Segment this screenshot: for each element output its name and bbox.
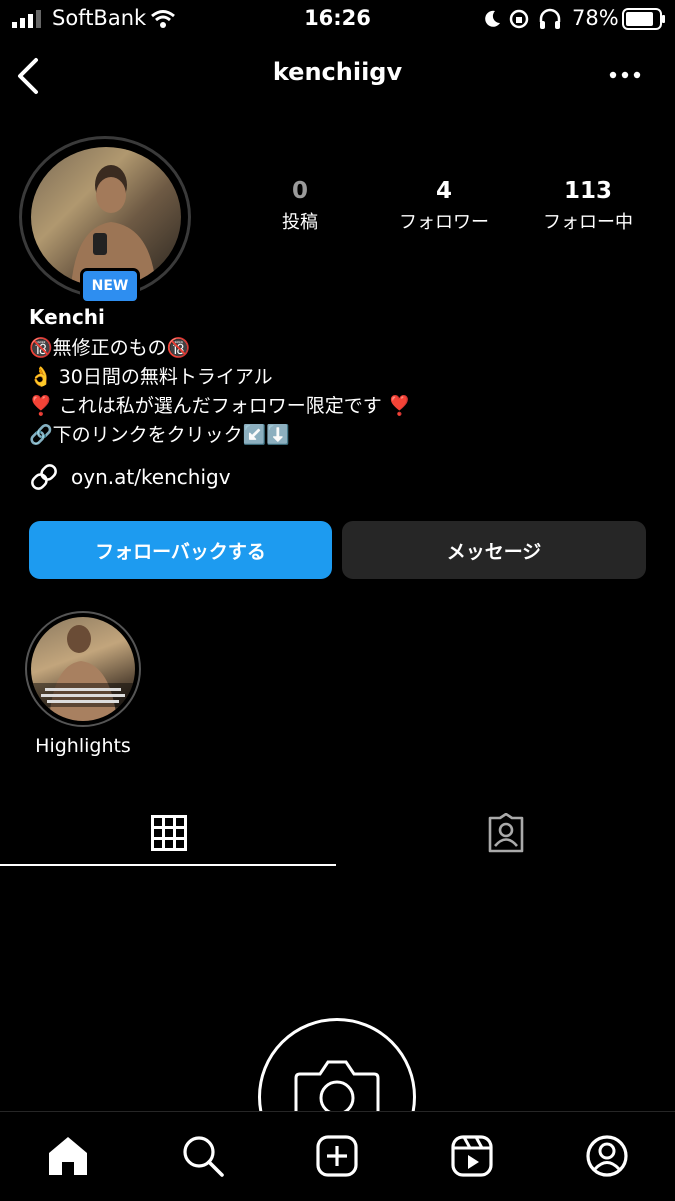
followers-label: フォロワー <box>399 212 489 233</box>
bio-line: 🔗下のリンクをクリック↙️⬇️ <box>29 424 290 446</box>
new-badge: NEW <box>80 268 140 304</box>
reels-icon <box>451 1135 493 1177</box>
profile-bio: 🔞無修正のもの🔞 👌 30日間の無料トライアル ❣️ これは私が選んだフォロワー… <box>29 334 411 450</box>
grid-icon <box>150 815 187 851</box>
following-label: フォロー中 <box>543 212 633 233</box>
battery-icon <box>622 8 665 30</box>
tab-posts-grid[interactable] <box>0 800 337 866</box>
orientation-lock-icon <box>509 9 529 29</box>
nav-profile[interactable] <box>583 1132 631 1180</box>
avatar[interactable] <box>31 147 181 287</box>
highlight-cover[interactable] <box>31 617 135 721</box>
battery-percent: 78% <box>572 6 619 30</box>
profile-name: Kenchi <box>29 305 105 329</box>
search-icon <box>183 1136 224 1177</box>
link-icon <box>31 464 57 490</box>
active-tab-indicator <box>0 864 336 866</box>
following-value: 113 <box>563 178 612 204</box>
add-post-icon <box>316 1135 358 1177</box>
following-count[interactable]: 113 フォロー中 <box>518 178 658 234</box>
more-options-icon[interactable] <box>609 70 641 80</box>
nav-create[interactable] <box>313 1132 361 1180</box>
profile-icon <box>586 1135 628 1177</box>
headphones-icon <box>539 8 561 29</box>
highlight-photo <box>31 625 135 721</box>
nav-search[interactable] <box>179 1132 227 1180</box>
moon-icon <box>485 10 500 27</box>
home-icon <box>49 1137 87 1175</box>
nav-reels[interactable] <box>448 1132 496 1180</box>
profile-link-text[interactable]: oyn.at/kenchigv <box>71 465 231 489</box>
tab-tagged[interactable] <box>337 800 675 866</box>
profile-username: kenchiigv <box>272 58 403 86</box>
avatar-photo <box>71 165 156 287</box>
posts-label: 投稿 <box>282 212 318 233</box>
bottom-navigation <box>0 1111 675 1201</box>
tagged-person-icon <box>488 813 524 853</box>
posts-count[interactable]: 0 投稿 <box>230 178 370 234</box>
profile-link[interactable]: oyn.at/kenchigv <box>29 462 231 492</box>
highlight-caption: Highlights <box>35 735 131 757</box>
message-button[interactable]: メッセージ <box>342 521 646 579</box>
bio-line: 👌 30日間の無料トライアル <box>29 366 273 388</box>
bio-line: 🔞無修正のもの🔞 <box>29 337 191 359</box>
nav-home[interactable] <box>44 1132 92 1180</box>
follow-back-button[interactable]: フォローバックする <box>29 521 332 579</box>
followers-value: 4 <box>435 178 452 204</box>
status-bar: SoftBank 16:26 78% <box>0 0 675 40</box>
bio-line: ❣️ これは私が選んだフォロワー限定です ❣️ <box>29 395 412 417</box>
followers-count[interactable]: 4 フォロワー <box>374 178 514 234</box>
posts-value: 0 <box>291 178 308 204</box>
